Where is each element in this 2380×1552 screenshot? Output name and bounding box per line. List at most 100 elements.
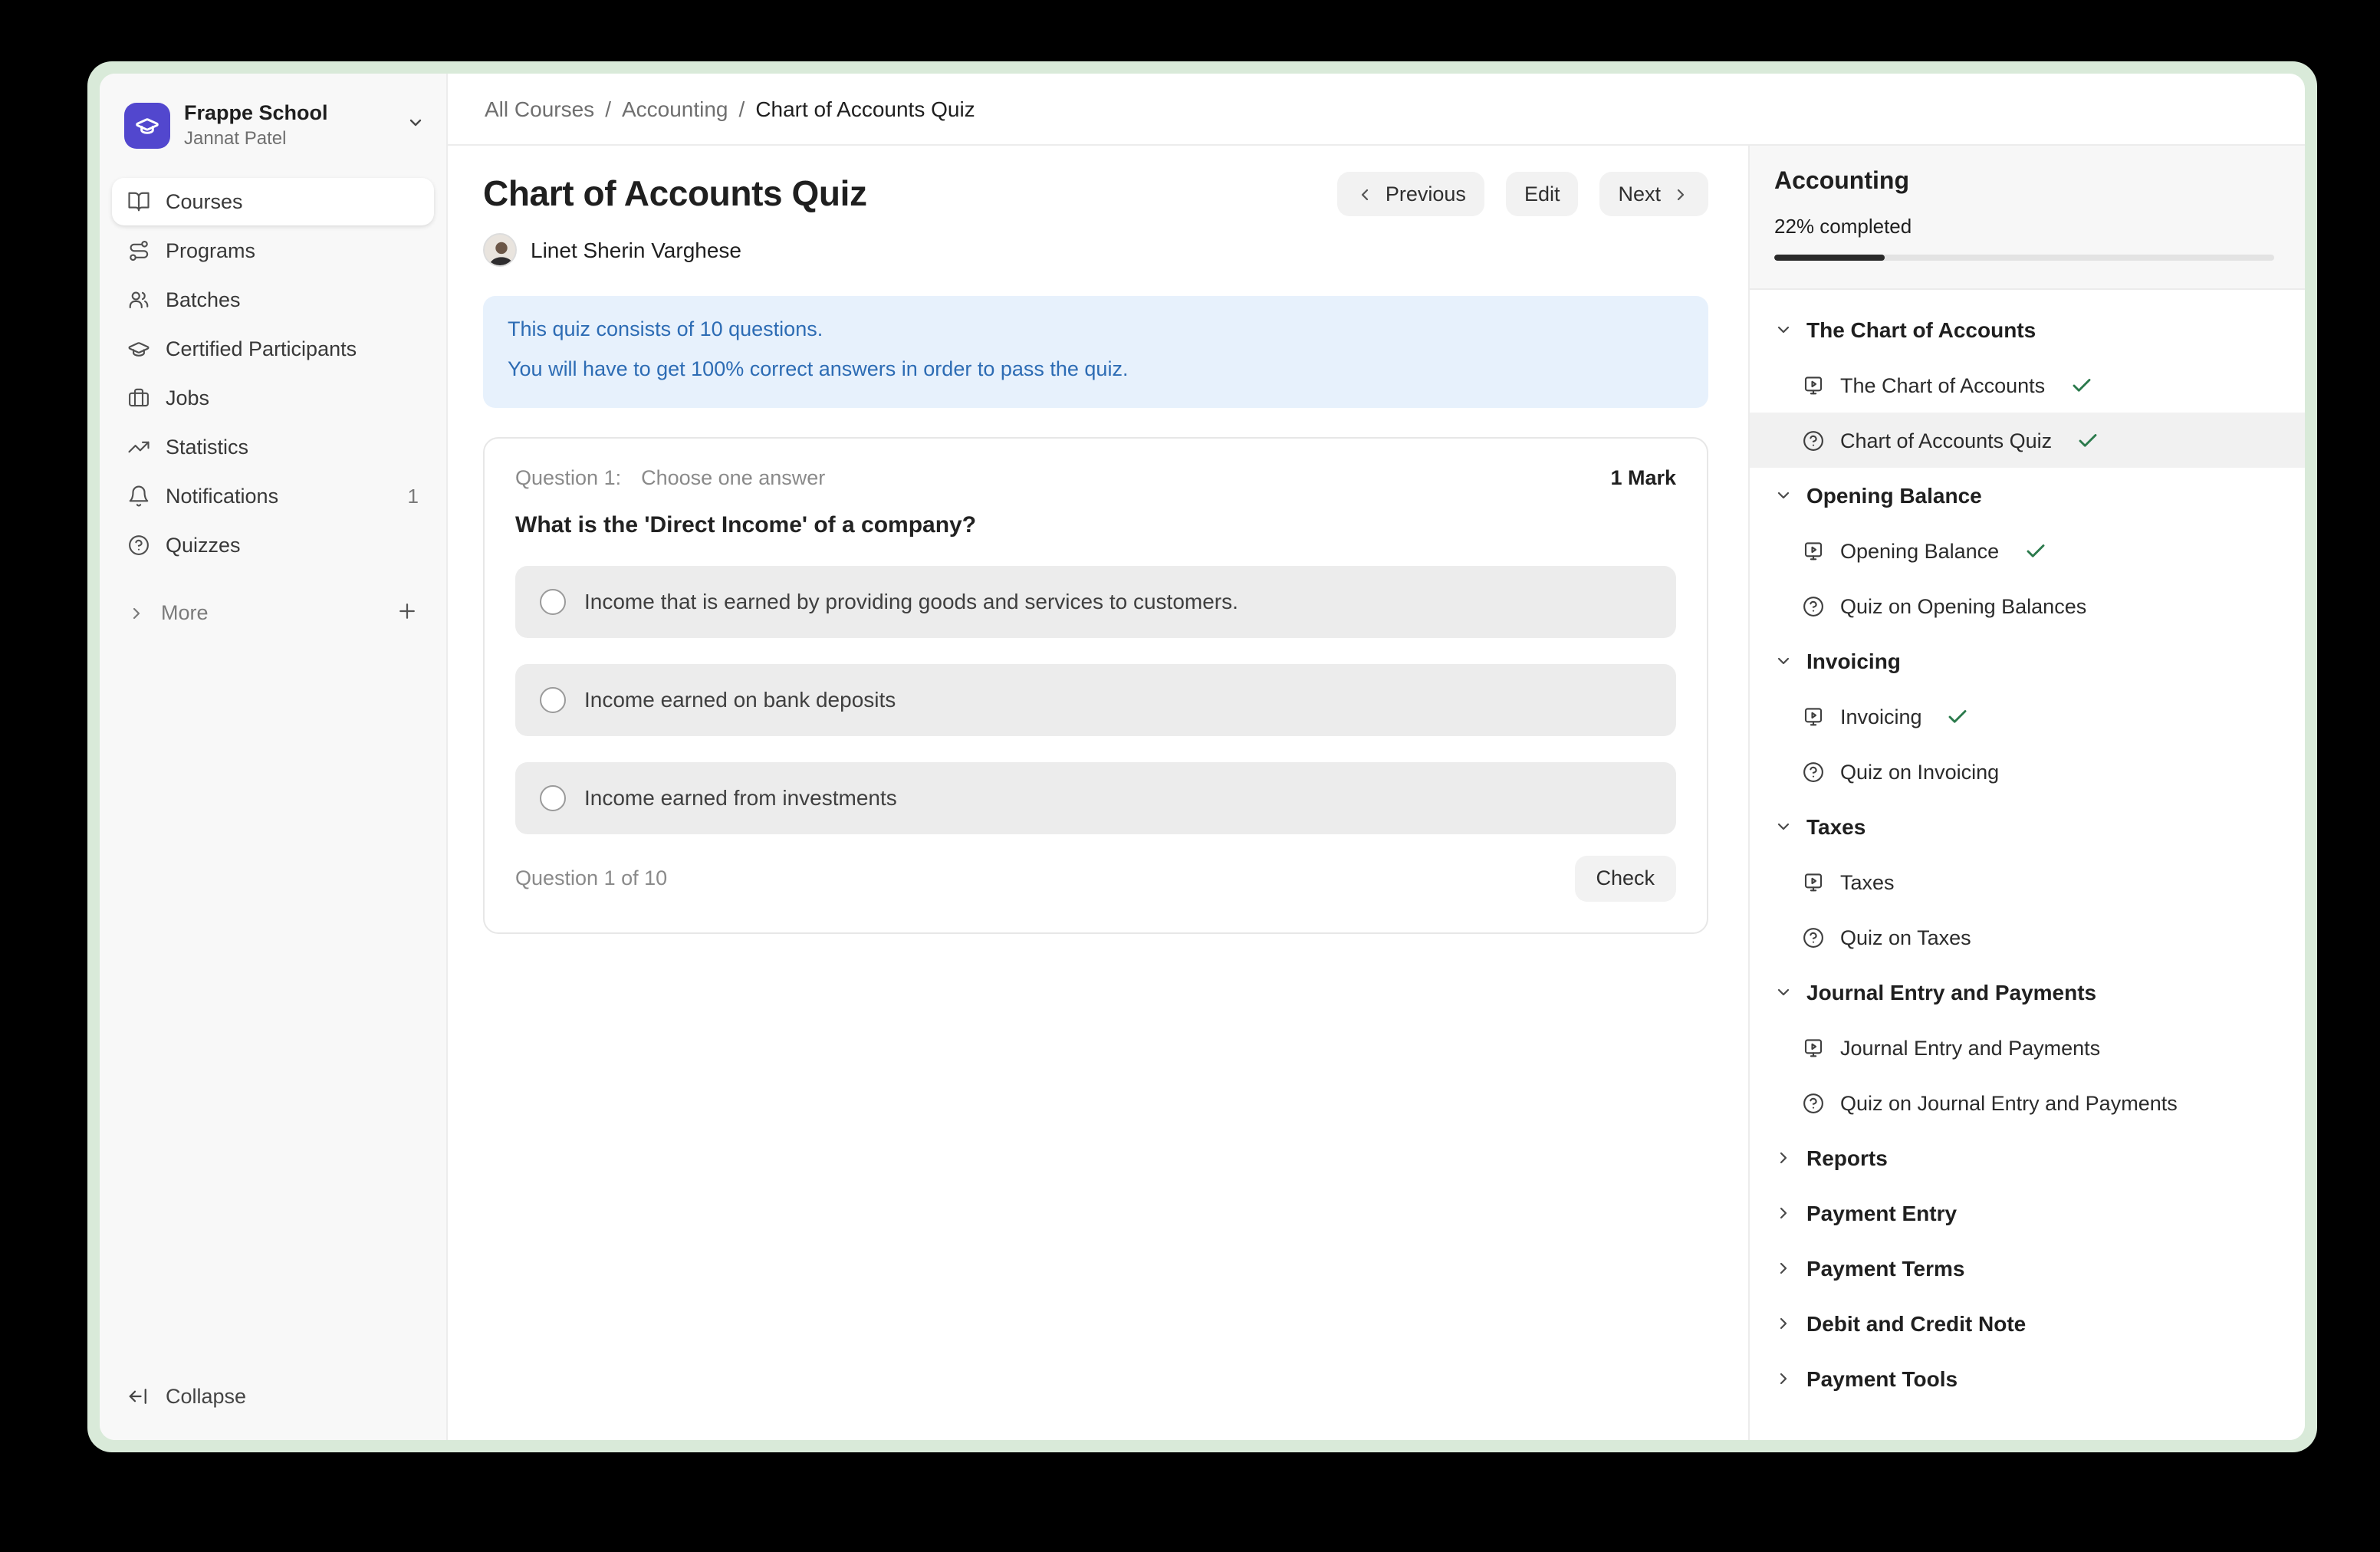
edit-label: Edit [1524, 182, 1560, 206]
outline-lesson[interactable]: The Chart of Accounts [1750, 357, 2305, 413]
left-sidebar: Frappe School Jannat Patel Courses Progr… [100, 74, 448, 1440]
option-label: Income earned on bank deposits [584, 687, 896, 712]
outline-lesson[interactable]: Taxes [1750, 854, 2305, 909]
outline-section-opening-balance[interactable]: Opening Balance [1750, 468, 2305, 523]
previous-label: Previous [1386, 182, 1466, 206]
outline-section-taxes[interactable]: Taxes [1750, 799, 2305, 854]
outline-section-journal-entry[interactable]: Journal Entry and Payments [1750, 965, 2305, 1020]
outline-section-payment-tools[interactable]: Payment Tools [1750, 1351, 2305, 1406]
quiz-icon [1802, 594, 1825, 617]
lesson-label: Taxes [1840, 870, 1895, 893]
outline-quiz[interactable]: Quiz on Journal Entry and Payments [1750, 1075, 2305, 1130]
sidebar-more[interactable]: More [112, 590, 434, 636]
chevron-down-icon [1774, 817, 1793, 836]
chevron-right-icon [1672, 185, 1690, 203]
avatar [483, 233, 517, 267]
breadcrumb-separator: / [739, 97, 745, 121]
graduation-cap-icon [127, 337, 150, 360]
outline-section-invoicing[interactable]: Invoicing [1750, 633, 2305, 689]
chevron-right-icon [1774, 1370, 1793, 1388]
check-icon [2069, 373, 2092, 396]
outline-lesson[interactable]: Invoicing [1750, 689, 2305, 744]
next-label: Next [1618, 182, 1661, 206]
page-title: Chart of Accounts Quiz [483, 173, 867, 215]
workspace-labels: Frappe School Jannat Patel [184, 101, 328, 150]
question-text: What is the 'Direct Income' of a company… [515, 511, 1676, 538]
course-outline-sidebar: Accounting 22% completed The Chart of Ac… [1748, 146, 2305, 1440]
chevron-right-icon [127, 603, 146, 622]
workspace-name: Frappe School [184, 101, 328, 126]
app-window: Frappe School Jannat Patel Courses Progr… [100, 74, 2305, 1440]
quiz-icon [1802, 1091, 1825, 1114]
sidebar-collapse-button[interactable]: Collapse [112, 1373, 434, 1419]
question-footer: Question 1 of 10 Check [515, 855, 1676, 901]
chevron-right-icon [1774, 1314, 1793, 1333]
quiz-label: Quiz on Journal Entry and Payments [1840, 1091, 2178, 1114]
outline-section-chart-of-accounts[interactable]: The Chart of Accounts [1750, 302, 2305, 357]
radio-button[interactable] [540, 588, 566, 614]
outline-section-payment-terms[interactable]: Payment Terms [1750, 1241, 2305, 1296]
main-panel: Chart of Accounts Quiz Previous Edit Nex… [448, 146, 1748, 1440]
question-progress: Question 1 of 10 [515, 866, 667, 889]
sidebar-item-statistics[interactable]: Statistics [112, 423, 434, 470]
check-button[interactable]: Check [1574, 855, 1676, 901]
outline-section-reports[interactable]: Reports [1750, 1130, 2305, 1185]
outline-quiz[interactable]: Quiz on Taxes [1750, 909, 2305, 965]
radio-button[interactable] [540, 686, 566, 712]
sidebar-item-quizzes[interactable]: Quizzes [112, 521, 434, 568]
lesson-label: Opening Balance [1840, 539, 1999, 562]
section-title: Invoicing [1806, 649, 1901, 673]
plus-icon [396, 599, 419, 622]
notice-line-2: You will have to get 100% correct answer… [508, 355, 1684, 386]
lesson-icon [1802, 539, 1825, 562]
add-button[interactable] [396, 599, 419, 626]
sidebar-item-jobs[interactable]: Jobs [112, 373, 434, 421]
sidebar-item-programs[interactable]: Programs [112, 226, 434, 274]
workspace-switcher[interactable]: Frappe School Jannat Patel [112, 86, 434, 165]
sidebar-item-batches[interactable]: Batches [112, 275, 434, 323]
option-row[interactable]: Income earned from investments [515, 761, 1676, 834]
chevron-down-icon [1774, 486, 1793, 505]
next-button[interactable]: Next [1599, 172, 1708, 216]
course-title: Accounting [1774, 169, 2280, 196]
content-row: Chart of Accounts Quiz Previous Edit Nex… [448, 146, 2305, 1440]
notice-line-1: This quiz consists of 10 questions. [508, 314, 1684, 346]
option-row[interactable]: Income earned on bank deposits [515, 663, 1676, 735]
breadcrumb-separator: / [605, 97, 611, 121]
previous-button[interactable]: Previous [1338, 172, 1484, 216]
bell-icon [127, 484, 150, 507]
lesson-label: Journal Entry and Payments [1840, 1036, 2100, 1059]
outline-section-debit-credit-note[interactable]: Debit and Credit Note [1750, 1296, 2305, 1351]
briefcase-icon [127, 386, 150, 409]
breadcrumb-all-courses[interactable]: All Courses [485, 97, 594, 121]
outline-quiz-current[interactable]: Chart of Accounts Quiz [1750, 413, 2305, 468]
sidebar-item-label: Batches [166, 288, 241, 311]
outline-quiz[interactable]: Quiz on Invoicing [1750, 744, 2305, 799]
sidebar-item-label: Certified Participants [166, 337, 357, 360]
chevron-down-icon [1774, 983, 1793, 1001]
lesson-label: Invoicing [1840, 705, 1922, 728]
frappe-school-logo [124, 103, 170, 149]
option-row[interactable]: Income that is earned by providing goods… [515, 565, 1676, 637]
quiz-label: Chart of Accounts Quiz [1840, 429, 2052, 452]
outline-quiz[interactable]: Quiz on Opening Balances [1750, 578, 2305, 633]
course-outline-header: Accounting 22% completed [1750, 146, 2305, 290]
edit-button[interactable]: Edit [1506, 172, 1579, 216]
course-progress-bar [1774, 255, 2274, 261]
outline-section-payment-entry[interactable]: Payment Entry [1750, 1185, 2305, 1241]
section-title: Payment Terms [1806, 1256, 1964, 1281]
outline-lesson[interactable]: Opening Balance [1750, 523, 2305, 578]
sidebar-item-label: Courses [166, 189, 243, 212]
breadcrumb: All Courses / Accounting / Chart of Acco… [448, 74, 2305, 146]
sidebar-item-notifications[interactable]: Notifications 1 [112, 472, 434, 519]
breadcrumb-current: Chart of Accounts Quiz [755, 97, 975, 121]
radio-button[interactable] [540, 784, 566, 811]
sidebar-item-courses[interactable]: Courses [112, 177, 434, 225]
sidebar-item-label: Statistics [166, 435, 248, 458]
breadcrumb-accounting[interactable]: Accounting [622, 97, 728, 121]
section-title: Payment Tools [1806, 1366, 1958, 1391]
sidebar-item-certified-participants[interactable]: Certified Participants [112, 324, 434, 372]
desktop-background: Frappe School Jannat Patel Courses Progr… [0, 0, 2380, 1552]
outline-lesson[interactable]: Journal Entry and Payments [1750, 1020, 2305, 1075]
course-progress-fill [1774, 255, 1884, 261]
